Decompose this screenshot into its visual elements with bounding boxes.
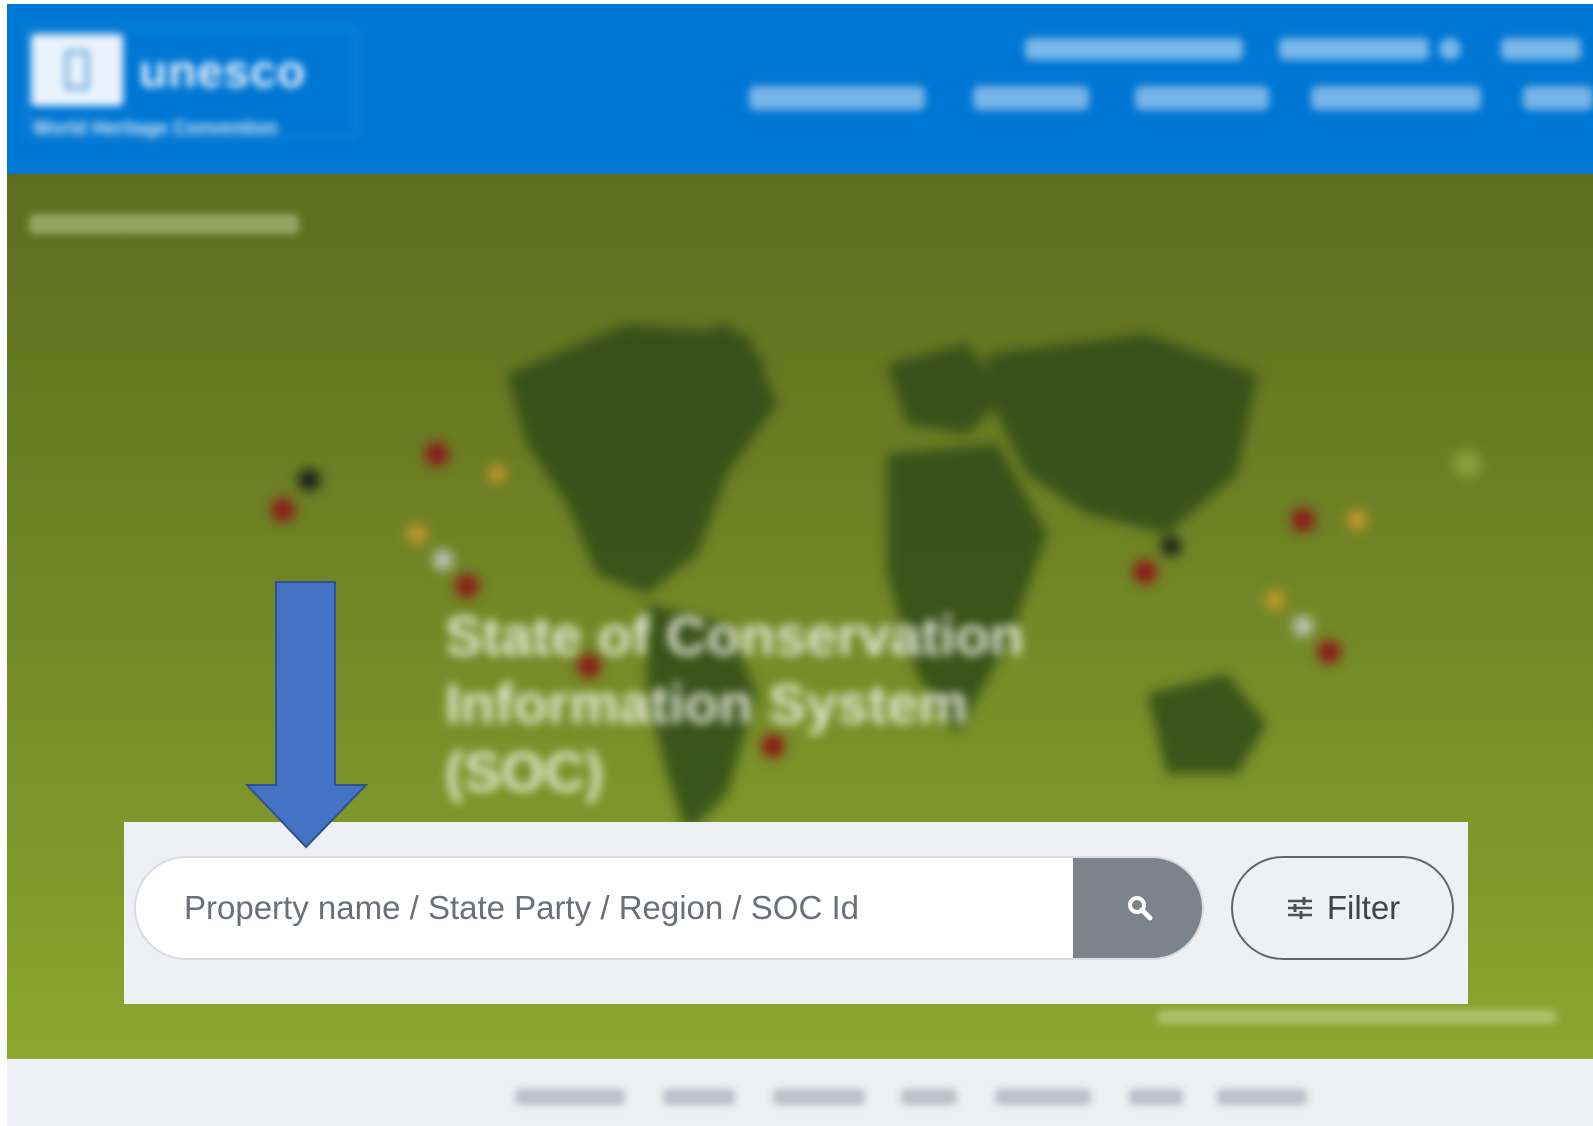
tab-3[interactable] [773,1089,865,1105]
utility-link-2[interactable] [1279,38,1429,60]
magnifier-icon [1127,896,1152,921]
language-selector[interactable] [1501,38,1581,60]
search-input[interactable] [136,858,1076,958]
section-tabs [7,1059,1593,1126]
nav-item-5[interactable] [1523,86,1593,110]
page-title-line-3: (SOC) [445,740,604,803]
nav-item-1[interactable] [749,86,925,110]
nav-item-4[interactable] [1311,86,1481,110]
filter-button[interactable]: Filter [1231,856,1454,960]
search-icon[interactable] [1439,38,1461,60]
page-title-line-2: Information System [445,672,968,735]
utility-link-1[interactable] [1025,38,1243,60]
site-header: unesco World Heritage Convention [7,4,1593,174]
page-frame: unesco World Heritage Convention State o… [7,4,1593,1126]
nav-item-3[interactable] [1135,86,1269,110]
photo-credit [1157,1010,1557,1024]
logo-wordmark: unesco [139,45,307,97]
tab-5[interactable] [995,1089,1091,1105]
tab-4[interactable] [901,1089,957,1105]
down-arrow-annotation-icon [245,581,369,849]
nav-item-2[interactable] [973,86,1089,110]
tab-7[interactable] [1217,1089,1307,1105]
logo-subtitle: World Heritage Convention [33,118,278,139]
sliders-icon [1287,897,1312,919]
search-button[interactable] [1073,858,1202,958]
filter-label: Filter [1326,889,1401,926]
tab-6[interactable] [1129,1089,1183,1105]
search-bar [134,856,1204,960]
tab-2[interactable] [663,1089,735,1105]
tab-1[interactable] [515,1089,625,1105]
unesco-emblem-icon [31,34,123,106]
page-title-line-1: State of Conservation [445,604,1024,667]
page-title: State of Conservation Information System… [445,602,1145,806]
